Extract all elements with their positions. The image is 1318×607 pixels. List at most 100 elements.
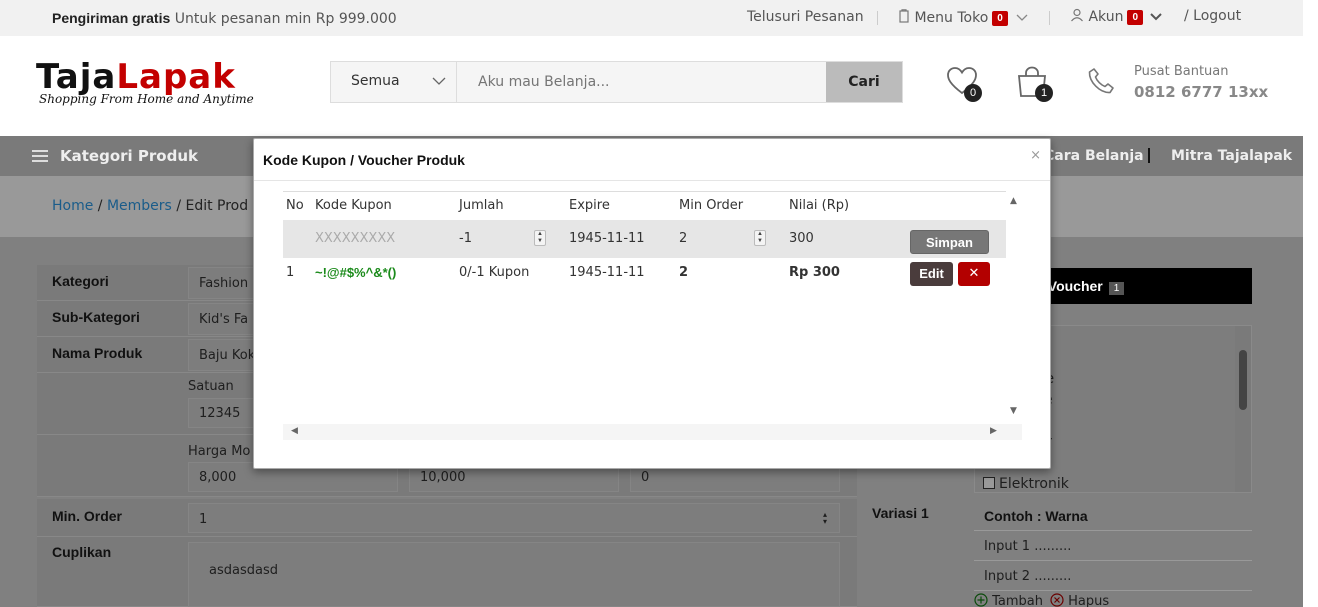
modal-title: Kode Kupon / Voucher Produk [263, 152, 465, 168]
hapus-button[interactable]: Hapus [1050, 593, 1109, 607]
min-order-spinner[interactable]: ▲ ▼ [754, 230, 766, 246]
row-jumlah: 0/-1 Kupon [459, 265, 530, 280]
help-center-label: Pusat Bantuan [1134, 64, 1229, 79]
column-header-kode: Kode Kupon [315, 198, 392, 213]
hamburger-icon[interactable] [32, 150, 48, 165]
edit-button[interactable]: Edit [910, 262, 953, 286]
new-coupon-row: XXXXXXXXX -1 ▲ ▼ 1945-11-11 2 ▲ ▼ 300 [283, 220, 1006, 258]
vertical-scrollbar[interactable]: ▲ ▼ [1006, 191, 1022, 424]
nama-produk-input[interactable]: Baju Kok [188, 339, 258, 371]
tambah-label: Tambah [992, 594, 1044, 607]
breadcrumb-current: / Edit Prod [176, 198, 249, 214]
variasi-title-input[interactable]: Contoh : Warna [984, 508, 1088, 524]
category-item-elektronik[interactable]: Elektronik [983, 476, 1069, 492]
store-menu[interactable]: Menu Toko 0 [898, 9, 1028, 26]
column-header-min-order: Min Order [679, 198, 744, 213]
column-header-expire: Expire [569, 198, 610, 213]
chevron-down-icon [1016, 14, 1028, 21]
logo[interactable]: TajaLapak [36, 60, 236, 94]
voucher-count-badge: 1 [1108, 282, 1125, 295]
store-icon [899, 9, 909, 23]
store-menu-label: Menu Toko [914, 10, 989, 26]
scrollbar[interactable] [1235, 326, 1251, 492]
expire-input[interactable]: 1945-11-11 [569, 231, 645, 246]
tambah-button[interactable]: Tambah [974, 593, 1043, 607]
min-order-input[interactable]: 2 [679, 231, 687, 246]
row-kode-kupon: ~!@#$%^&*() [315, 265, 397, 280]
scroll-down-icon[interactable]: ▼ [1010, 406, 1017, 416]
scroll-left-icon[interactable]: ◀ [291, 426, 298, 436]
nilai-input[interactable]: 300 [789, 231, 814, 246]
column-header-nilai: Nilai (Rp) [789, 198, 850, 213]
divider [974, 590, 1252, 591]
jumlah-spinner[interactable]: ▲ ▼ [534, 230, 546, 246]
logout-link[interactable]: / Logout [1184, 8, 1241, 24]
top-bar: Pengiriman gratis Untuk pesanan min Rp 9… [0, 0, 1303, 36]
logo-lapak: Lapak [116, 57, 236, 97]
row-min-order: 2 [679, 265, 689, 280]
cart-count: 1 [1035, 84, 1053, 102]
search-category-value: Semua [351, 73, 400, 89]
checkbox-icon[interactable] [983, 477, 995, 489]
kategori-select[interactable]: Fashion [188, 267, 258, 299]
spinner-icon[interactable]: ▴ ▾ [823, 511, 827, 526]
wishlist-button[interactable]: 0 [946, 66, 982, 102]
nav-partner[interactable]: Mitra Tajalapak [1171, 148, 1292, 164]
user-icon [1071, 8, 1083, 22]
promo-text: Pengiriman gratis Untuk pesanan min Rp 9… [52, 10, 397, 27]
logo-taja: Taja [36, 57, 117, 97]
nav-categories[interactable]: Kategori Produk [60, 147, 198, 165]
category-label: Elektronik [999, 476, 1069, 492]
divider [1049, 11, 1050, 25]
cuplikan-textarea[interactable]: asdasdasd [188, 542, 840, 607]
breadcrumb-separator: / [97, 198, 107, 214]
phone-icon [1087, 67, 1115, 98]
kode-kupon-input[interactable]: XXXXXXXXX [315, 231, 395, 246]
voucher-table: No Kode Kupon Jumlah Expire Min Order Ni… [283, 191, 1022, 441]
satuan-label: Satuan [188, 379, 234, 394]
variasi-input-1[interactable]: Input 1 ......... [984, 539, 1071, 554]
track-orders-link[interactable]: Telusuri Pesanan [747, 9, 864, 25]
jumlah-input[interactable]: -1 [459, 231, 472, 246]
row-no: 1 [286, 265, 295, 280]
save-button[interactable]: Simpan [910, 230, 989, 254]
search-category-select[interactable]: Semua [331, 62, 457, 102]
harga-label: Harga Mo [188, 444, 251, 459]
divider [254, 180, 1050, 181]
store-count-badge: 0 [992, 10, 1008, 26]
column-header-jumlah: Jumlah [459, 198, 504, 213]
breadcrumb-home[interactable]: Home [52, 198, 93, 214]
scroll-up-icon[interactable]: ▲ [1010, 196, 1017, 206]
hapus-label: Hapus [1068, 594, 1110, 607]
breadcrumb: Home / Members / Edit Prod [52, 198, 248, 214]
account-label: Akun [1088, 9, 1124, 25]
delete-button[interactable]: ✕ [958, 262, 990, 286]
variasi-input-2[interactable]: Input 2 ......... [984, 569, 1071, 584]
subkategori-select[interactable]: Kid's Fa [188, 303, 258, 335]
header: TajaLapak Shopping From Home and Anytime… [0, 36, 1303, 136]
min-order-input[interactable]: 1 ▴ ▾ [188, 503, 840, 533]
voucher-modal: Kode Kupon / Voucher Produk × No Kode Ku… [253, 138, 1051, 469]
divider [877, 11, 878, 25]
column-header-no: No [286, 198, 304, 213]
breadcrumb-members[interactable]: Members [107, 198, 172, 214]
help-phone-number[interactable]: 0812 6777 13xx [1134, 83, 1268, 101]
row-expire: 1945-11-11 [569, 265, 645, 280]
satuan-input[interactable]: 12345 [188, 398, 258, 428]
close-icon[interactable]: × [1030, 148, 1041, 163]
horizontal-scrollbar[interactable]: ◀ ▶ [283, 424, 1022, 440]
cuplikan-label: Cuplikan [52, 544, 112, 560]
search-button[interactable]: Cari [826, 62, 902, 102]
chevron-down-icon [432, 77, 446, 85]
close-circle-icon [1050, 593, 1064, 607]
logo-tagline: Shopping From Home and Anytime [39, 92, 254, 106]
cart-button[interactable]: 1 [1016, 66, 1053, 102]
search-input[interactable] [458, 62, 828, 102]
kategori-label: Kategori [52, 273, 109, 289]
voucher-panel-header[interactable]: / Voucher 1 [1030, 268, 1252, 304]
row-nilai: Rp 300 [789, 265, 840, 280]
search-bar: Semua Cari [330, 61, 903, 103]
account-menu[interactable]: Akun 0 [1070, 8, 1163, 25]
nav-how-to-shop[interactable]: Cara Belanja [1044, 148, 1144, 164]
scroll-right-icon[interactable]: ▶ [990, 426, 997, 436]
